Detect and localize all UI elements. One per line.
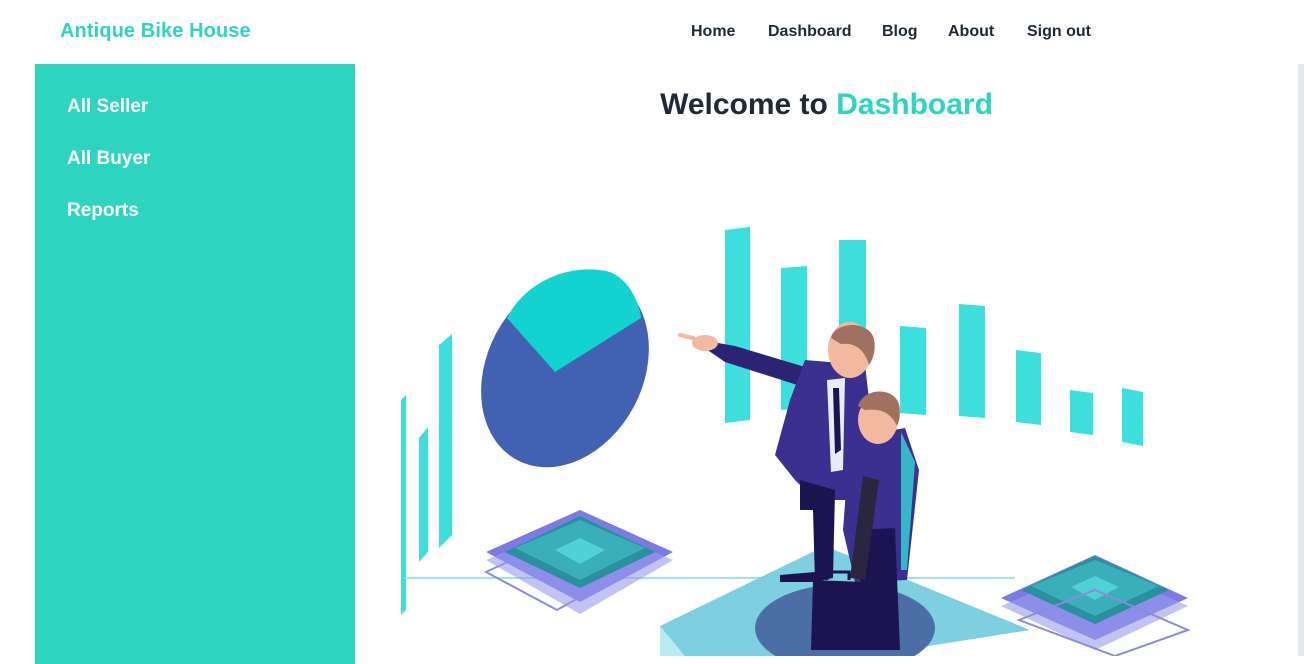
welcome-prefix: Welcome to bbox=[660, 88, 828, 121]
nav-about-link[interactable]: About bbox=[948, 23, 994, 41]
sidebar-item-all-buyer[interactable]: All Buyer bbox=[67, 148, 150, 170]
business-analytics-illustration bbox=[401, 227, 1191, 656]
sidebar: All Seller All Buyer Reports bbox=[35, 64, 355, 664]
main-nav: Home Dashboard Blog About Sign out bbox=[0, 23, 1304, 45]
welcome-accent: Dashboard bbox=[836, 88, 993, 121]
top-navbar: Antique Bike House Home Dashboard Blog A… bbox=[0, 0, 1304, 64]
nav-signout-link[interactable]: Sign out bbox=[1027, 23, 1091, 41]
page-scrollbar[interactable] bbox=[1298, 64, 1304, 656]
left-bars bbox=[401, 334, 452, 615]
man-pointing bbox=[678, 322, 875, 582]
pie-chart bbox=[481, 269, 649, 468]
right-chip bbox=[1001, 555, 1191, 656]
sidebar-item-reports[interactable]: Reports bbox=[67, 200, 139, 222]
left-chip bbox=[483, 510, 673, 614]
welcome-heading: Welcome to Dashboard bbox=[355, 88, 1298, 122]
nav-dashboard-link[interactable]: Dashboard bbox=[768, 23, 852, 41]
nav-home-link[interactable]: Home bbox=[691, 23, 735, 41]
nav-blog-link[interactable]: Blog bbox=[882, 23, 918, 41]
sidebar-item-all-seller[interactable]: All Seller bbox=[67, 96, 148, 118]
